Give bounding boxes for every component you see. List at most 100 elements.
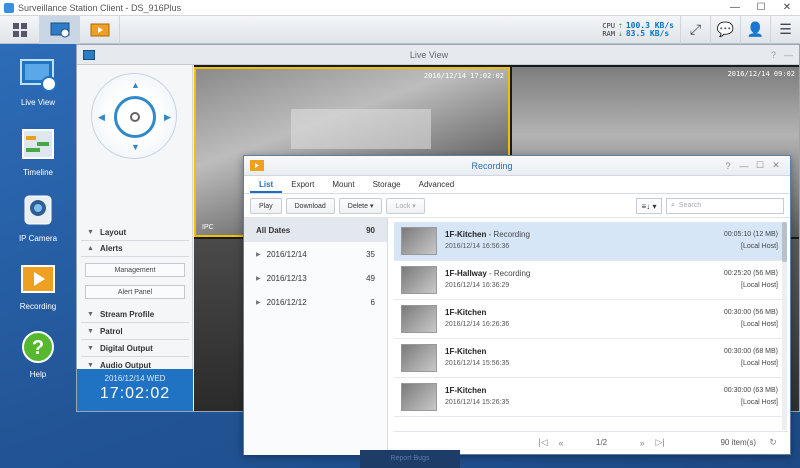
- first-page-icon[interactable]: |◁: [534, 437, 552, 448]
- ptz-ring[interactable]: [114, 96, 156, 138]
- expand-icon: ▶: [256, 251, 261, 258]
- expand-icon: ▶: [256, 299, 261, 306]
- ptz-down-icon[interactable]: ▼: [131, 142, 140, 152]
- list-item[interactable]: 1F-Kitchen - Recording 2016/12/14 16:56:3…: [394, 222, 782, 261]
- minimize-button[interactable]: —: [722, 0, 748, 16]
- date-row-all[interactable]: All Dates 90: [244, 218, 387, 242]
- list-item[interactable]: 1F-Kitchen 2016/12/14 15:26:35 00:30:00 (…: [394, 378, 782, 417]
- recording-thumbnail: [401, 344, 437, 372]
- desktop: Live View Timeline IP Camera Recording ?…: [0, 44, 800, 468]
- recording-icon: [21, 265, 55, 293]
- dock-label: Recording: [19, 302, 57, 311]
- camera-icon: [24, 195, 52, 225]
- search-icon: ⌕: [671, 201, 675, 209]
- live-view-title: Live View: [409, 49, 449, 60]
- maximize-button[interactable]: ☐: [748, 0, 774, 16]
- chat-icon[interactable]: 💬: [710, 15, 740, 44]
- dock-item-ip-camera[interactable]: IP Camera: [10, 194, 66, 243]
- ptz-home-icon[interactable]: [130, 112, 140, 122]
- chevron-down-icon: ▼: [87, 328, 94, 335]
- tab-storage[interactable]: Storage: [364, 176, 410, 193]
- camera-timestamp: 2016/12/14 17:02:02: [423, 72, 504, 80]
- tab-advanced[interactable]: Advanced: [410, 176, 464, 193]
- recording-thumbnail: [401, 305, 437, 333]
- alert-panel-button[interactable]: Alert Panel: [85, 285, 185, 299]
- user-icon[interactable]: 👤: [740, 15, 770, 44]
- play-button[interactable]: Play: [250, 197, 282, 214]
- close-button[interactable]: ✕: [774, 0, 800, 16]
- recording-help-button[interactable]: ?: [720, 161, 736, 171]
- dock: Live View Timeline IP Camera Recording ?…: [0, 44, 76, 468]
- date-filter-list: All Dates 90 ▶ 2016/12/14 35 ▶ 2016/12/13 49 …: [244, 218, 388, 455]
- ptz-right-icon[interactable]: ▶: [164, 112, 171, 123]
- app-toolbar: CPU RAM ⇡ ⇣ 100.3 KB/s 83.5 KB/s ⤢ 💬 👤 ☰: [0, 15, 800, 44]
- grid-icon: [12, 22, 27, 37]
- tab-export[interactable]: Export: [282, 176, 323, 193]
- lock-button[interactable]: Lock ▾: [386, 197, 425, 214]
- dock-item-help[interactable]: ? Help: [10, 330, 66, 379]
- recording-thumbnail: [401, 383, 437, 411]
- list-item[interactable]: 1F-Hallway - Recording 2016/12/14 16:36:2…: [394, 261, 782, 300]
- recording-minimize-button[interactable]: —: [736, 161, 752, 171]
- list-item[interactable]: 1F-Kitchen 2016/12/14 16:26:36 00:30:00 (…: [394, 300, 782, 339]
- sort-button[interactable]: ≡↓ ▾: [636, 197, 662, 214]
- camera-timestamp: 2016/12/14 09:02: [727, 70, 795, 78]
- section-layout[interactable]: ▼ Layout: [81, 225, 189, 241]
- date-row[interactable]: ▶ 2016/12/14 35: [244, 242, 387, 266]
- menu-icon[interactable]: ☰: [770, 15, 800, 44]
- tab-mount[interactable]: Mount: [323, 176, 363, 193]
- camera-label: IPC: [202, 224, 214, 231]
- scrollbar-thumb[interactable]: [782, 222, 787, 262]
- chevron-down-icon: ▼: [87, 362, 94, 369]
- list-item[interactable]: 1F-Kitchen 2016/12/14 15:56:35 00:30:00 (…: [394, 339, 782, 378]
- live-view-icon: [20, 59, 57, 92]
- section-stream-profile[interactable]: ▼ Stream Profile: [81, 307, 189, 323]
- recording-close-button[interactable]: ✕: [768, 160, 784, 171]
- section-alerts[interactable]: ▲ Alerts: [81, 241, 189, 257]
- recording-maximize-button[interactable]: ☐: [752, 160, 768, 171]
- current-date: 2016/12/14 WED: [104, 374, 166, 383]
- section-digital-output[interactable]: ▼ Digital Output: [81, 341, 189, 357]
- prev-page-icon[interactable]: «: [552, 438, 570, 448]
- recording-taskbar-button[interactable]: [80, 15, 120, 44]
- recording-toolbar: Play Download Delete ▾ Lock ▾ ≡↓ ▾ ⌕ Sea…: [244, 194, 790, 218]
- section-patrol[interactable]: ▼ Patrol: [81, 324, 189, 340]
- ptz-up-icon[interactable]: ▲: [131, 80, 140, 90]
- date-row[interactable]: ▶ 2016/12/12 6: [244, 290, 387, 314]
- delete-button[interactable]: Delete ▾: [338, 197, 383, 214]
- download-button[interactable]: Download: [285, 197, 335, 214]
- fullscreen-icon[interactable]: ⤢: [680, 15, 710, 44]
- resource-monitor[interactable]: CPU RAM ⇡ ⇣ 100.3 KB/s 83.5 KB/s: [596, 21, 680, 38]
- dock-item-timeline[interactable]: Timeline: [10, 128, 66, 177]
- next-page-icon[interactable]: »: [633, 438, 651, 448]
- report-bugs-button[interactable]: Report Bugs: [360, 450, 460, 468]
- help-icon: ?: [22, 331, 54, 363]
- live-view-minimize-button[interactable]: —: [784, 50, 793, 60]
- recording-titlebar: Recording ? — ☐ ✕: [244, 156, 790, 176]
- live-view-titlebar: Live View ? —: [77, 45, 799, 65]
- item-count: 90 item(s): [720, 438, 756, 447]
- date-row[interactable]: ▶ 2016/12/13 49: [244, 266, 387, 290]
- dock-item-recording[interactable]: Recording: [10, 262, 66, 311]
- dock-label: Help: [29, 370, 47, 379]
- liveview-taskbar-button[interactable]: [40, 15, 80, 44]
- svg-text:?: ?: [32, 337, 44, 359]
- last-page-icon[interactable]: ▷|: [651, 437, 669, 448]
- ptz-control[interactable]: ▲ ▼ ◀ ▶: [91, 73, 177, 159]
- ptz-left-icon[interactable]: ◀: [98, 112, 105, 123]
- live-view-help-button[interactable]: ?: [771, 50, 776, 60]
- chevron-down-icon: ▼: [87, 311, 94, 318]
- list-scrollbar[interactable]: [782, 222, 787, 430]
- film-icon: [90, 23, 109, 36]
- recording-thumbnail: [401, 227, 437, 255]
- dock-item-live-view[interactable]: Live View: [10, 58, 66, 107]
- tab-list[interactable]: List: [250, 176, 283, 193]
- live-view-window-icon: [83, 49, 95, 60]
- main-menu-button[interactable]: [0, 15, 40, 44]
- search-input[interactable]: ⌕ Search: [666, 197, 784, 214]
- camera-scene: [291, 109, 431, 149]
- expand-icon: ▶: [256, 275, 261, 282]
- management-button[interactable]: Management: [85, 263, 185, 277]
- recording-title: Recording: [471, 160, 513, 171]
- refresh-icon[interactable]: ↻: [764, 437, 782, 448]
